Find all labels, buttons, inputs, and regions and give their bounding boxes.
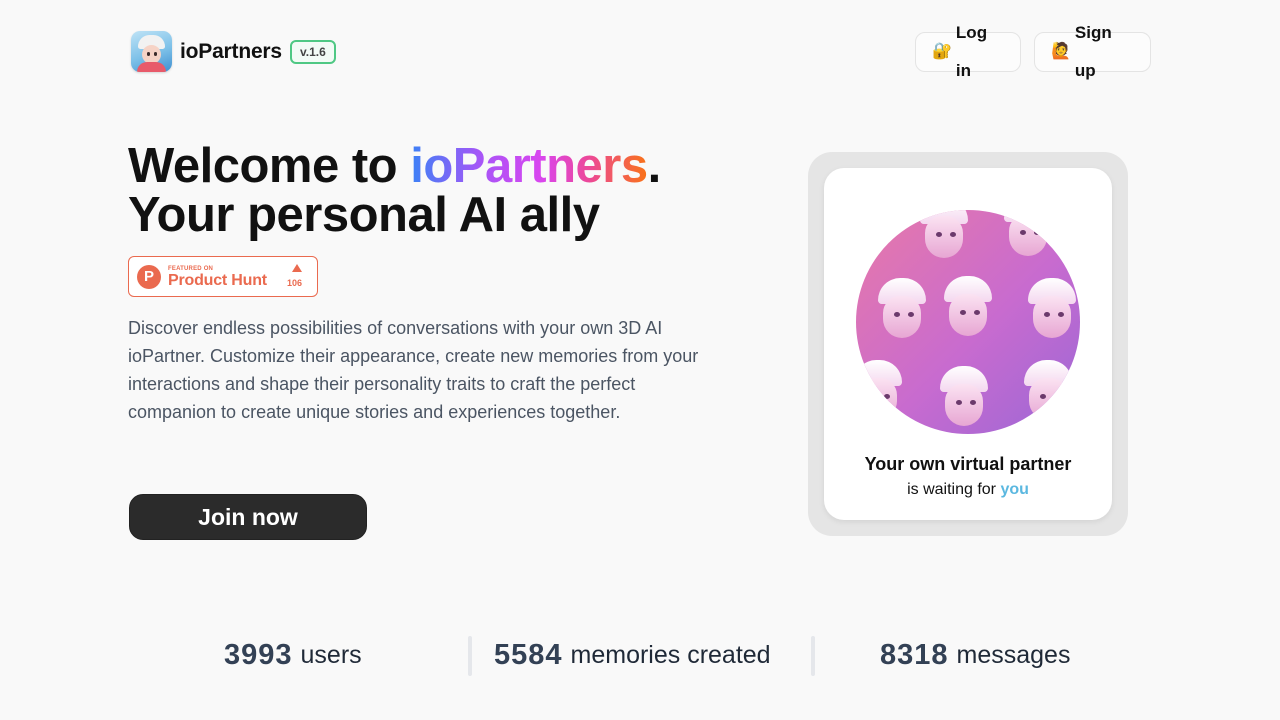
hero-title-brand: ioPartners (410, 139, 648, 193)
stat-messages: 8318 messages (880, 634, 1070, 676)
join-now-button[interactable]: Join now (129, 494, 367, 540)
hero-title-line2: Your personal AI ally (128, 188, 600, 242)
stat-messages-label: messages (956, 640, 1071, 669)
app-logo[interactable] (131, 31, 172, 72)
stat-memories: 5584 memories created (494, 634, 771, 676)
stat-memories-label: memories created (570, 640, 771, 669)
hero-description: Discover endless possibilities of conver… (128, 318, 699, 422)
stat-users-value: 3993 (224, 638, 293, 671)
hero-title-period: . (647, 139, 662, 193)
signup-label: Sign up (1074, 23, 1112, 80)
stat-divider (811, 636, 815, 676)
product-hunt-icon: P (137, 265, 161, 289)
stat-messages-value: 8318 (880, 638, 949, 671)
stat-users-label: users (300, 640, 362, 669)
login-button[interactable]: 🔐 Log in (915, 23, 1021, 80)
card-caption-subtitle: is waiting for you (824, 481, 1112, 499)
version-badge: v.1.6 (290, 40, 336, 64)
hero-title: Welcome to ioPartners. Your personal AI … (128, 142, 661, 240)
stat-users: 3993 users (224, 634, 362, 676)
stat-memories-value: 5584 (494, 638, 563, 671)
brand-name[interactable]: ioPartners (180, 38, 282, 66)
login-label: Log in (955, 23, 988, 80)
signup-button[interactable]: 🙋 Sign up (1034, 23, 1151, 80)
partner-avatar-image (856, 210, 1080, 434)
card-caption-title: Your own virtual partner (864, 454, 1072, 474)
card-caption-prefix: is waiting for (907, 481, 1001, 498)
product-hunt-count: 106 (287, 278, 303, 288)
card-caption-you: you (1000, 481, 1029, 498)
product-hunt-badge[interactable]: P FEATURED ON Product Hunt 106 (128, 256, 318, 297)
stat-divider (468, 636, 472, 676)
lock-key-icon: 🔐 (932, 43, 952, 60)
upvote-triangle-icon (292, 264, 302, 272)
product-hunt-name: Product Hunt (168, 272, 267, 289)
raising-hand-icon: 🙋 (1051, 43, 1071, 60)
hero-title-prefix: Welcome to (128, 139, 411, 193)
